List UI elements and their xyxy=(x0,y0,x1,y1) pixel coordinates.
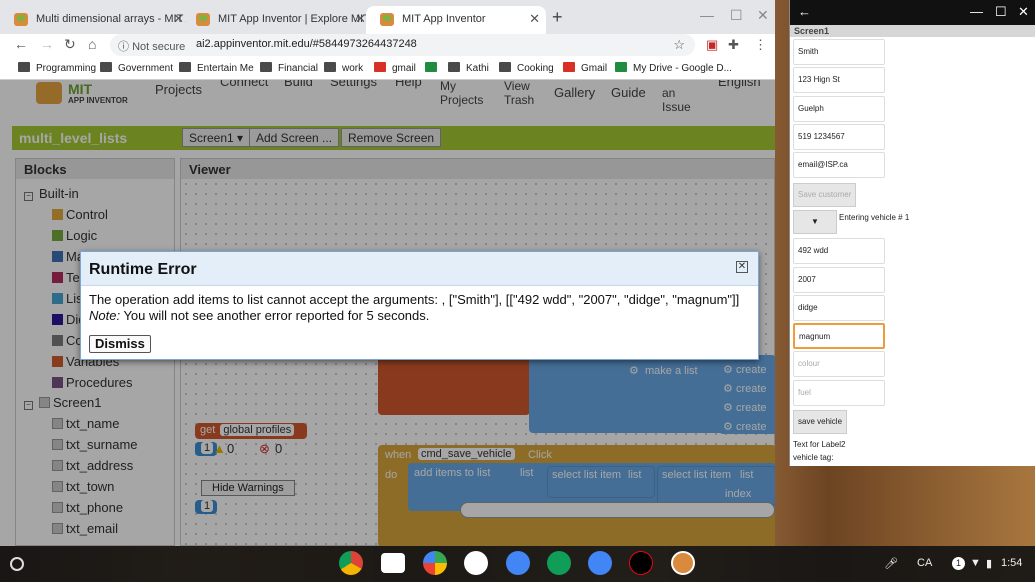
pdf-extension-icon[interactable]: ▣ xyxy=(706,37,718,53)
folder-icon xyxy=(179,62,191,72)
fuel-field[interactable]: fuel xyxy=(793,380,885,406)
make-field[interactable]: didge xyxy=(793,295,885,321)
play-store-icon[interactable] xyxy=(423,551,447,575)
netflix-icon[interactable] xyxy=(629,551,653,575)
dialog-header: Runtime Error ✕ xyxy=(81,252,758,286)
gmail-icon xyxy=(563,62,575,72)
back-icon[interactable]: ← xyxy=(14,36,28,52)
home-icon[interactable]: ⌂ xyxy=(88,36,96,52)
emulator-window: ← — ☐ ✕ Screen1 Smith 123 Hign St Guelph… xyxy=(789,0,1035,466)
close-icon[interactable]: ✕ xyxy=(529,6,540,32)
year-field[interactable]: 2007 xyxy=(793,267,885,293)
bookmark-entertain-me[interactable]: Entertain Me xyxy=(179,62,254,74)
tab-explore-mit[interactable]: MIT App Inventor | Explore MIT Ap ✕ xyxy=(182,6,372,34)
bookmark-work[interactable]: work xyxy=(324,62,363,74)
chromeos-shelf: 🎤︎ CA 1 ▼ ▮ 1:54 xyxy=(0,546,1035,582)
url-text: ai2.appinventor.mit.edu/#584497326443724… xyxy=(196,38,417,50)
folder-icon xyxy=(18,62,30,72)
bookmark-financial[interactable]: Financial xyxy=(260,62,318,74)
more-menu-icon[interactable]: ⋮ xyxy=(754,37,767,53)
gmail-icon xyxy=(374,62,386,72)
app-inventor-favicon-icon xyxy=(196,13,210,26)
bookmark-star-icon[interactable]: ☆ xyxy=(673,37,685,53)
folder-icon xyxy=(499,62,511,72)
app-inventor-favicon-icon xyxy=(380,13,394,26)
bookmarks-bar: Programming Government Entertain Me Fina… xyxy=(0,56,775,80)
emulator-titlebar: ← — ☐ ✕ xyxy=(790,0,1035,25)
close-icon[interactable]: ✕ xyxy=(355,6,366,32)
colour-field[interactable]: colour xyxy=(793,351,885,377)
browser-toolbar: ← → ↻ ⌂ ⓘ Not secure ai2.appinventor.mit… xyxy=(0,34,775,56)
new-tab-button[interactable]: + xyxy=(552,7,563,28)
microphone-icon[interactable]: 🎤︎ xyxy=(884,557,898,570)
model-field[interactable]: magnum xyxy=(793,323,885,349)
entering-vehicle-label: Entering vehicle # 1 xyxy=(839,213,910,222)
battery-icon: ▮ xyxy=(986,558,993,570)
drive-icon xyxy=(615,62,627,72)
dialog-title: Runtime Error xyxy=(89,261,197,278)
notification-count[interactable]: 1 xyxy=(952,557,965,570)
email-field[interactable]: email@ISP.ca xyxy=(793,152,885,178)
error-note: Note: You will not see another error rep… xyxy=(89,308,430,323)
save-customer-button[interactable]: Save customer xyxy=(793,183,857,207)
emulator-screen-title: Screen1 xyxy=(790,25,1035,37)
bookmark-cooking[interactable]: Cooking xyxy=(499,62,554,74)
vehicle-tag-label: vehicle tag: xyxy=(793,453,834,462)
close-window-icon[interactable]: ✕ xyxy=(1018,4,1029,20)
tab-mit-app-inventor[interactable]: MIT App Inventor ✕ xyxy=(366,6,546,34)
name-field[interactable]: Smith xyxy=(793,39,885,65)
bookmark-gmail-2[interactable]: Gmail xyxy=(563,62,607,74)
extensions-puzzle-icon[interactable]: ✚ xyxy=(728,37,739,53)
folder-icon xyxy=(448,62,460,72)
drive-icon xyxy=(425,62,437,72)
dismiss-button[interactable]: Dismiss xyxy=(89,335,151,353)
bookmark-drive-shortcut[interactable] xyxy=(425,62,443,74)
keyboard-layout[interactable]: CA xyxy=(917,557,932,569)
drive-icon[interactable] xyxy=(464,551,488,575)
launcher-icon[interactable] xyxy=(10,557,24,571)
wifi-icon: ▼ xyxy=(970,557,981,569)
caret-down-icon: ▼ xyxy=(811,217,819,226)
folder-icon xyxy=(260,62,272,72)
back-arrow-icon[interactable]: ← xyxy=(798,4,811,19)
plate-field[interactable]: 492 wdd xyxy=(793,238,885,264)
runtime-error-dialog: Runtime Error ✕ The operation add items … xyxy=(80,251,759,360)
bookmark-gmail[interactable]: gmail xyxy=(374,62,416,74)
save-vehicle-button[interactable]: save vehicle xyxy=(793,410,848,434)
bookmark-my-drive[interactable]: My Drive - Google D... xyxy=(615,62,732,74)
bookmark-government[interactable]: Government xyxy=(100,62,173,74)
tab-strip: Multi dimensional arrays - MIT Ap ✕ MIT … xyxy=(0,0,775,34)
sheets-icon[interactable] xyxy=(547,551,571,575)
app-inventor-favicon-icon xyxy=(14,13,28,26)
error-message: The operation add items to list cannot a… xyxy=(89,292,740,307)
vehicle-dropdown[interactable]: ▼ xyxy=(793,210,837,234)
address-field[interactable]: 123 Hign St xyxy=(793,67,885,93)
address-bar[interactable]: ⓘ Not secure ai2.appinventor.mit.edu/#58… xyxy=(110,34,695,56)
close-window-icon[interactable]: ✕ xyxy=(757,7,769,24)
bookmark-kathi[interactable]: Kathi xyxy=(448,62,489,74)
forward-icon[interactable]: → xyxy=(40,36,54,52)
label2: Text for Label2 xyxy=(793,440,846,449)
folder-icon xyxy=(100,62,112,72)
docs-icon[interactable] xyxy=(506,551,530,575)
maximize-icon[interactable]: ☐ xyxy=(730,7,743,24)
clock[interactable]: 1:54 xyxy=(1001,557,1022,569)
town-field[interactable]: Guelph xyxy=(793,96,885,122)
minimize-icon[interactable]: — xyxy=(970,4,983,19)
phone-field[interactable]: 519 1234567 xyxy=(793,124,885,150)
reload-icon[interactable]: ↻ xyxy=(64,36,76,53)
close-icon[interactable]: ✕ xyxy=(736,261,748,273)
chrome-icon[interactable] xyxy=(339,551,363,575)
app-inventor-icon[interactable] xyxy=(671,551,695,575)
info-icon: ⓘ xyxy=(118,41,129,53)
files-icon[interactable] xyxy=(588,551,612,575)
bookmark-programming[interactable]: Programming xyxy=(18,62,96,74)
not-secure-indicator[interactable]: ⓘ Not secure xyxy=(118,38,185,54)
folder-icon xyxy=(324,62,336,72)
tab-multi-dimensional-arrays[interactable]: Multi dimensional arrays - MIT Ap ✕ xyxy=(0,6,190,34)
minimize-icon[interactable]: — xyxy=(700,7,714,23)
maximize-icon[interactable]: ☐ xyxy=(995,4,1007,20)
gmail-icon[interactable] xyxy=(381,553,405,573)
